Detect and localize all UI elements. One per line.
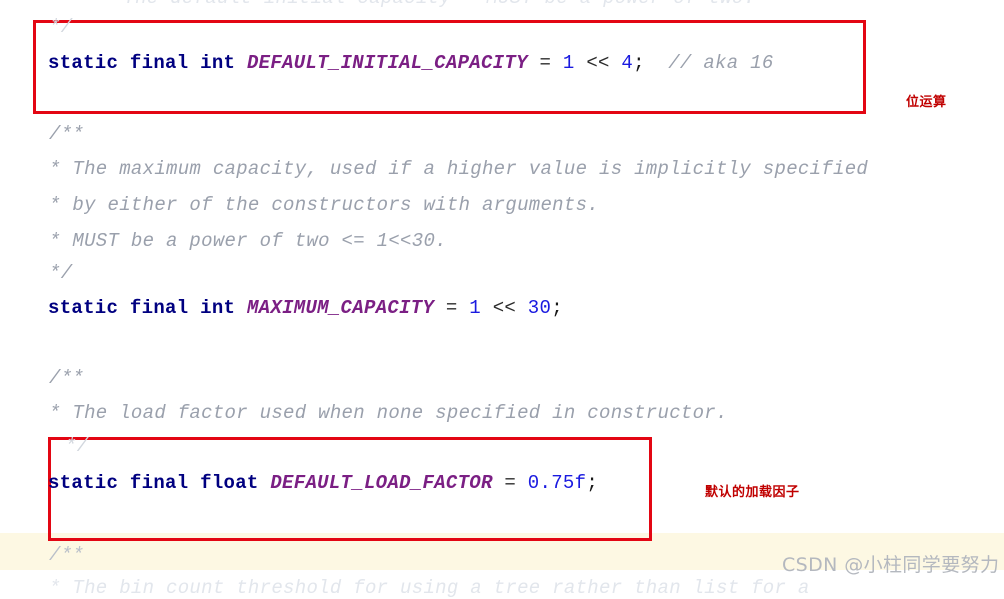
code-line-javadoc-body-loadfactor: * The load factor used when none specifi… <box>49 402 728 424</box>
code-line-maximum-capacity: static final int MAXIMUM_CAPACITY = 1 <<… <box>48 298 563 318</box>
operator-equals: = <box>445 297 458 319</box>
code-line-default-initial-capacity: static final int DEFAULT_INITIAL_CAPACIT… <box>48 53 774 73</box>
code-screenshot-canvas: * The default initial capacity - MUST be… <box>0 0 1004 598</box>
constant-default-initial-capacity: DEFAULT_INITIAL_CAPACITY <box>246 52 528 74</box>
semicolon: ; <box>551 297 563 319</box>
value-one: 1 <box>469 297 481 319</box>
value-thirty: 30 <box>527 297 552 319</box>
code-line-javadoc-open-4: /** <box>49 544 85 566</box>
code-line-javadoc-close-2: */ <box>49 262 73 284</box>
value-point-seven-five-f: 0.75f <box>527 472 587 494</box>
value-one: 1 <box>562 52 575 74</box>
code-line-javadoc-body-max-1: * The maximum capacity, used if a higher… <box>49 158 869 180</box>
keywords-static-final-int: static final int <box>48 297 236 319</box>
constant-maximum-capacity: MAXIMUM_CAPACITY <box>246 297 435 319</box>
code-line-javadoc-top-truncated: * The default initial capacity - MUST be… <box>100 0 755 8</box>
operator-left-shift: << <box>586 52 610 74</box>
operator-left-shift: << <box>492 297 517 319</box>
constant-default-load-factor: DEFAULT_LOAD_FACTOR <box>270 472 493 494</box>
annotation-bitwise-operation: 位运算 <box>906 95 947 110</box>
code-line-javadoc-open-2: /** <box>49 123 85 145</box>
code-line-javadoc-body-bottom-truncated: * The bin count threshold for using a tr… <box>49 577 810 599</box>
code-line-javadoc-body-max-3: * MUST be a power of two <= 1<<30. <box>49 230 447 252</box>
semicolon: ; <box>586 472 599 494</box>
keywords-static-final-float: static final float <box>48 472 259 494</box>
keywords-static-final-int: static final int <box>48 52 236 74</box>
code-line-javadoc-close-1: */ <box>49 16 73 38</box>
operator-equals: = <box>539 52 552 74</box>
annotation-default-load-factor: 默认的加载因子 <box>705 485 800 500</box>
code-line-javadoc-open-3: /** <box>49 367 85 389</box>
value-four: 4 <box>621 52 634 74</box>
code-line-javadoc-close-3: */ <box>65 435 89 457</box>
semicolon: ; <box>633 52 645 74</box>
operator-equals: = <box>504 472 517 494</box>
code-line-javadoc-body-max-2: * by either of the constructors with arg… <box>49 194 599 216</box>
trailing-comment-aka-16: // aka 16 <box>668 52 774 74</box>
code-line-default-load-factor: static final float DEFAULT_LOAD_FACTOR =… <box>48 473 598 493</box>
watermark-csdn: CSDN @小柱同学要努力 <box>782 554 1000 576</box>
